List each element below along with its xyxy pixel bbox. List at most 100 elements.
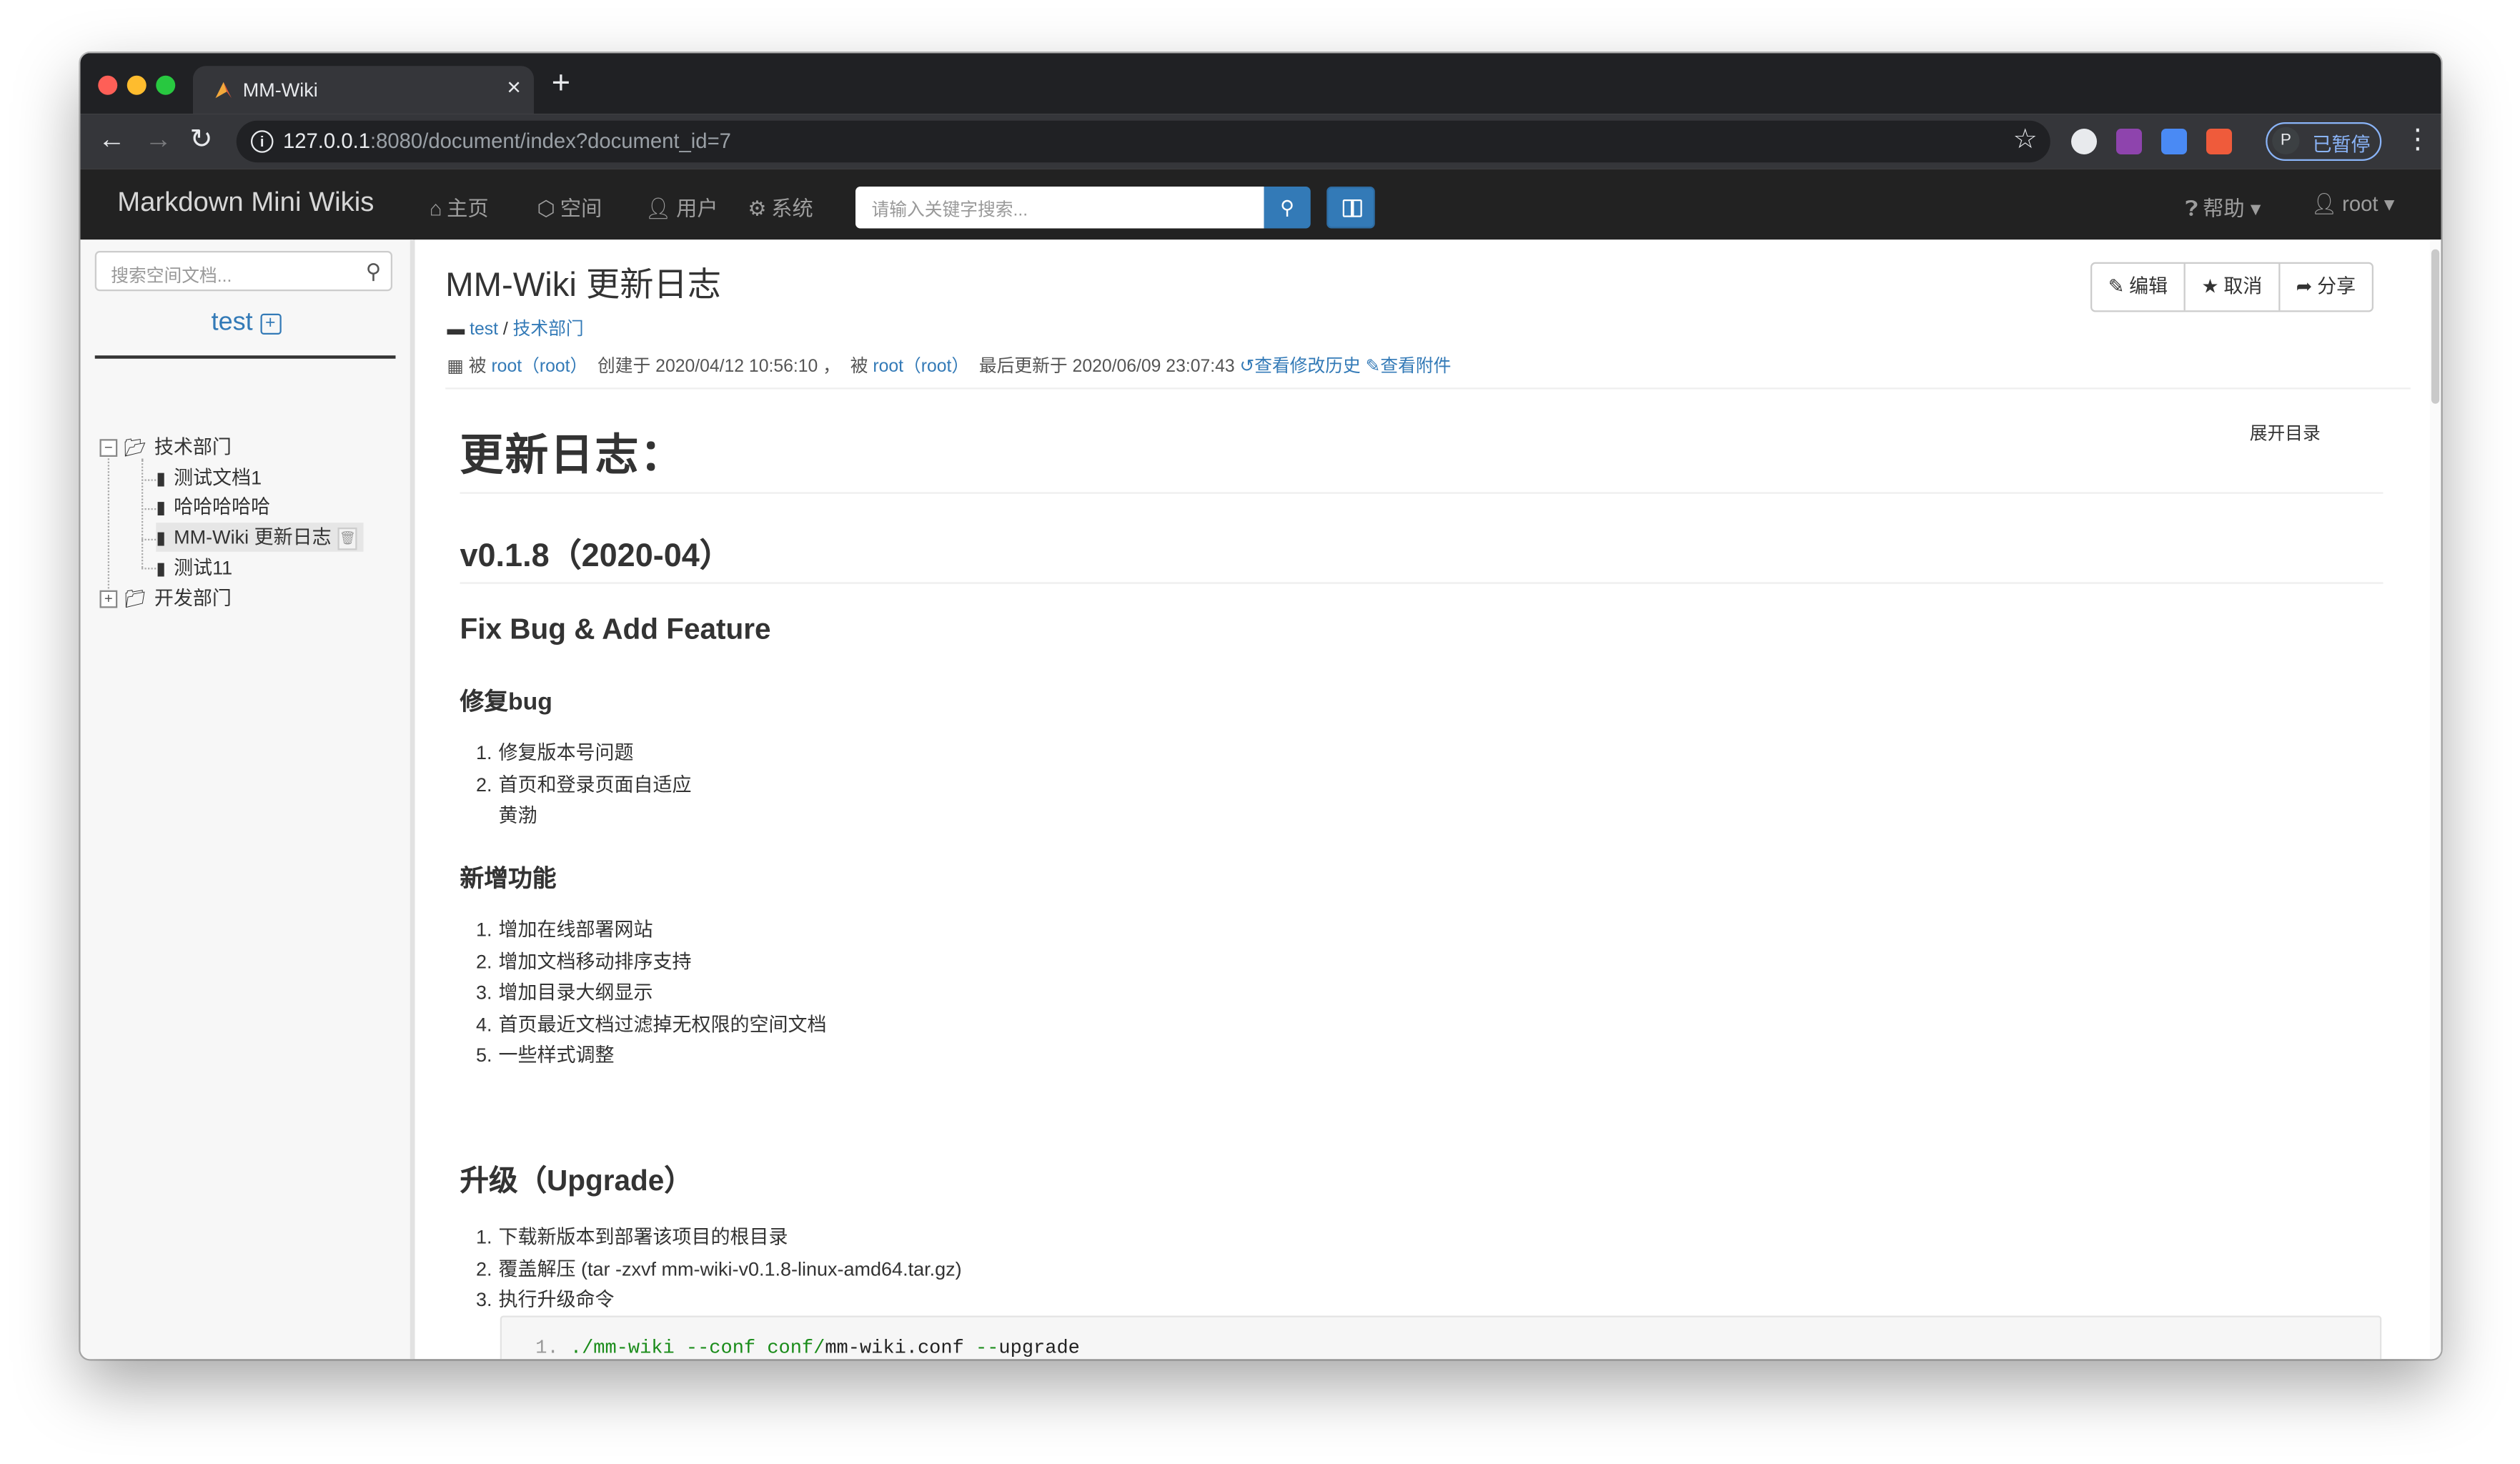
scrollbar[interactable] [2429, 239, 2441, 1360]
browser-menu-icon[interactable]: ⋮ [2404, 124, 2431, 156]
sidebar: 搜索空间文档... ⚲ test + − 📂︎ 技术部门 ▮ 测试文档1 ▮ 哈哈哈哈哈… [80, 239, 414, 1360]
editor-link[interactable]: root（root） [873, 357, 969, 377]
breadcrumb: ▬ test / 技术部门 [447, 320, 584, 340]
file-icon: ▮ [156, 498, 166, 518]
extension-icon[interactable] [2206, 129, 2232, 154]
minimize-window-button[interactable] [127, 75, 147, 95]
file-icon: ▮ [156, 529, 166, 549]
search-button[interactable]: ⚲ [1264, 187, 1311, 229]
toggle-sidebar-button[interactable] [1326, 187, 1375, 229]
favicon-icon [215, 81, 232, 99]
divider [94, 355, 396, 359]
space-name: test [211, 309, 253, 337]
history-label: 查看修改历史 [1254, 357, 1361, 377]
address-bar[interactable]: i 127.0.0.1:8080/document/index?document… [236, 120, 2050, 163]
content-heading-2: v0.1.8（2020-04） [460, 538, 732, 575]
search-icon[interactable]: ⚲ [366, 259, 381, 285]
url-path: :8080/document/index?document_id=7 [369, 129, 731, 153]
breadcrumb-dir-link[interactable]: 技术部门 [513, 320, 584, 340]
nav-space[interactable]: ⬡ 空间 [537, 192, 602, 222]
divider [445, 387, 2411, 390]
creator-link[interactable]: root（root） [491, 357, 587, 377]
tree-connector [107, 453, 109, 592]
list-item: 1. 下载新版本到部署该项目的根目录 [476, 1225, 788, 1249]
tree-folder-dev[interactable]: + 📁︎ 开发部门 [99, 584, 232, 613]
profile-button[interactable]: P 已暂停 [2266, 122, 2382, 161]
screen: MM-Wiki × + ← → ↻ i 127.0.0.1:8080/docum… [0, 0, 2520, 1464]
updated-time: 最后更新于 2020/06/09 23:07:43 [978, 357, 1235, 377]
tree-doc[interactable]: ▮ 测试文档1 [156, 463, 262, 493]
browser-tab[interactable]: MM-Wiki × [193, 66, 534, 114]
tree-label: 哈哈哈哈哈 [174, 495, 271, 518]
doc-actions: ✎ 编辑 ★ 取消 ➦ 分享 [2090, 262, 2373, 312]
user-menu[interactable]: 👤︎ root ▾ [2311, 192, 2394, 217]
help-label: 帮助 [2203, 196, 2245, 221]
list-text: 执行升级命令 [498, 1288, 615, 1312]
list-item: 2. 覆盖解压 (tar -zxvf mm-wiki-v0.1.8-linux-a… [476, 1257, 962, 1280]
close-tab-icon[interactable]: × [507, 74, 521, 102]
add-document-icon[interactable]: + [259, 313, 281, 335]
file-icon: ▮ [156, 470, 166, 489]
tree-label: 测试文档1 [174, 466, 262, 490]
forward-arrow-icon[interactable]: → [145, 124, 172, 156]
created-time: 创建于 2020/04/12 10:56:10 ， [597, 357, 840, 377]
global-search-input[interactable]: 请输入关键字搜索... [855, 187, 1264, 229]
sidebar-search-input[interactable]: 搜索空间文档... ⚲ [94, 251, 392, 292]
home-icon: ⌂ [429, 196, 442, 221]
tab-bar: MM-Wiki × + [80, 53, 2441, 114]
translate-extension-icon[interactable] [2161, 129, 2187, 154]
trash-icon[interactable]: 🗑︎ [337, 527, 357, 550]
tab-title: MM-Wiki [242, 79, 318, 102]
unfollow-button[interactable]: ★ 取消 [2186, 264, 2281, 311]
attachments-label: 查看附件 [1380, 357, 1452, 377]
folder-icon: ▬ [447, 320, 465, 340]
attachments-link[interactable]: ✎查看附件 [1366, 357, 1452, 377]
url-text[interactable]: 127.0.0.1:8080/document/index?document_i… [283, 129, 731, 153]
tree-connector [142, 508, 157, 510]
share-button[interactable]: ➦ 分享 [2280, 264, 2371, 310]
extension-icon[interactable] [2071, 129, 2097, 154]
help-menu[interactable]: ❓︎ 帮助 ▾ [2186, 192, 2261, 222]
collapse-icon[interactable]: − [99, 439, 118, 458]
sidebar-search-placeholder: 搜索空间文档... [111, 267, 232, 287]
history-link[interactable]: ↺查看修改历史 [1240, 357, 1361, 377]
content-heading-upgrade: 升级（Upgrade） [460, 1164, 693, 1197]
list-text: 修复版本号问题 [498, 741, 634, 764]
site-info-icon[interactable]: i [251, 130, 274, 153]
caret-down-icon: ▾ [2250, 196, 2261, 221]
nav-label: 空间 [560, 196, 602, 221]
bookmark-star-icon[interactable]: ☆ [2013, 124, 2037, 156]
edit-button[interactable]: ✎ 编辑 [2092, 264, 2186, 311]
reload-icon[interactable]: ↻ [190, 124, 213, 156]
list-item: 3. 执行升级命令 [476, 1288, 615, 1312]
list-item: 2. 增加文档移动排序支持 [476, 949, 692, 973]
toc-toggle-link[interactable]: 展开目录 [2250, 420, 2321, 445]
nav-users[interactable]: 👤︎ 用户 [645, 192, 718, 222]
expand-icon[interactable]: + [99, 590, 118, 609]
paperclip-icon: ✎ [1365, 357, 1381, 377]
back-arrow-icon[interactable]: ← [98, 124, 125, 156]
brand-logo[interactable]: Markdown Mini Wikis [117, 187, 374, 219]
code-line: 1. ./mm-wiki --conf conf/mm-wiki.conf --… [535, 1337, 1080, 1360]
tree-label: 开发部门 [154, 587, 232, 610]
close-window-button[interactable] [98, 75, 118, 95]
list-item: 5. 一些样式调整 [476, 1044, 615, 1067]
breadcrumb-space-link[interactable]: test [470, 320, 498, 340]
nav-system[interactable]: ⚙ 系统 [748, 192, 813, 222]
tree-doc[interactable]: ▮ 测试11 [156, 553, 232, 583]
tree-doc[interactable]: ▮ 哈哈哈哈哈 [156, 493, 270, 522]
content-heading-3: Fix Bug & Add Feature [460, 613, 771, 646]
sidebar-splitter[interactable] [410, 239, 415, 1360]
extension-icon[interactable] [2116, 129, 2142, 154]
nav-home[interactable]: ⌂ 主页 [430, 192, 489, 222]
new-tab-button[interactable]: + [552, 68, 570, 100]
tree-connector [142, 479, 157, 481]
scrollbar-thumb[interactable] [2431, 249, 2440, 404]
tree-folder-tech[interactable]: − 📂︎ 技术部门 [99, 432, 232, 462]
maximize-window-button[interactable] [156, 75, 176, 95]
code-block: 1. ./mm-wiki --conf conf/mm-wiki.conf --… [500, 1315, 2382, 1360]
tree-doc-selected[interactable]: ▮ MM-Wiki 更新日志 🗑︎ [156, 523, 364, 552]
list-text: 覆盖解压 (tar -zxvf mm-wiki-v0.1.8-linux-amd… [498, 1257, 962, 1280]
space-title[interactable]: test + [81, 309, 412, 338]
history-icon: ↺ [1239, 357, 1255, 377]
